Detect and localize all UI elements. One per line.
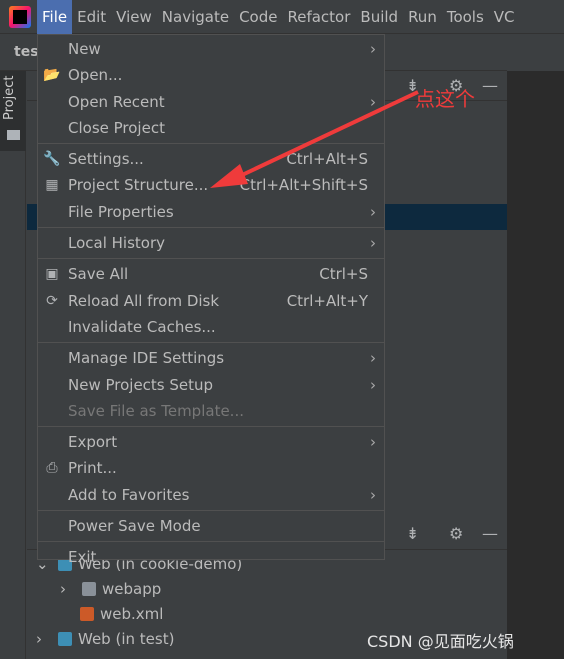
shortcut: Ctrl+Alt+Shift+S — [239, 176, 368, 195]
menu-item-label: New — [68, 40, 101, 58]
menu-item-label: Save All — [68, 265, 129, 284]
project-title: tes — [14, 44, 39, 60]
minimize-icon[interactable]: — — [482, 524, 498, 543]
tree-node[interactable]: web.xml — [80, 605, 163, 623]
chevron-right-icon: › — [370, 375, 376, 394]
menu-item-label: Export — [68, 433, 118, 452]
menu-tools[interactable]: Tools — [442, 0, 489, 34]
menu-code[interactable]: Code — [234, 0, 282, 34]
annotation-text: 点这个 — [415, 87, 475, 111]
menu-item-save-all[interactable]: ▣ Save All Ctrl+S — [38, 261, 384, 287]
save-icon: ▣ — [45, 266, 59, 283]
wrench-icon: 🔧 — [43, 151, 61, 168]
menu-separator — [38, 541, 384, 543]
chevron-right-icon: › — [370, 485, 376, 504]
menu-item-label: Power Save Mode — [68, 517, 201, 536]
menu-item-label: Add to Favorites — [68, 485, 190, 504]
menu-item-exit[interactable]: Exit — [38, 544, 384, 570]
menu-separator — [38, 227, 384, 229]
print-icon: ⎙ — [46, 460, 58, 477]
menu-item-new[interactable]: New › — [38, 36, 384, 62]
chevron-right-icon: › — [370, 92, 376, 111]
menu-separator — [38, 426, 384, 428]
menu-item-label: Close Project — [68, 118, 165, 137]
xml-file-icon — [80, 607, 94, 621]
tree-node-label: web.xml — [100, 605, 164, 623]
menu-item-manage-ide-settings[interactable]: Manage IDE Settings › — [38, 345, 384, 371]
gear-icon[interactable]: ⚙ — [449, 524, 463, 543]
minimize-icon[interactable]: — — [482, 76, 498, 95]
shortcut: Ctrl+Alt+S — [286, 150, 368, 169]
web-module-icon — [58, 632, 72, 646]
menu-view[interactable]: View — [111, 0, 157, 34]
reload-icon: ⟳ — [46, 292, 58, 309]
menu-item-label: Manage IDE Settings — [68, 349, 225, 368]
tree-node-label: webapp — [102, 580, 162, 598]
menu-item-close-project[interactable]: Close Project — [38, 115, 384, 141]
menu-run[interactable]: Run — [403, 0, 442, 34]
project-structure-icon: ▦ — [45, 177, 59, 194]
menu-item-save-file-as-template: Save File as Template... — [38, 398, 384, 424]
menu-item-settings[interactable]: 🔧 Settings... Ctrl+Alt+S — [38, 146, 384, 172]
menu-separator — [38, 143, 384, 145]
tool-window-strip — [0, 71, 26, 659]
menu-item-label: Print... — [68, 459, 117, 478]
menu-item-label: Project Structure... — [68, 176, 209, 195]
menu-item-power-save-mode[interactable]: Power Save Mode — [38, 513, 384, 539]
menu-item-label: Settings... — [68, 150, 144, 169]
menu-item-label: Exit — [68, 548, 97, 567]
menu-bar: File Edit View Navigate Code Refactor Build Run… — [0, 0, 564, 34]
menu-navigate[interactable]: Navigate — [157, 0, 234, 34]
folder-icon — [7, 130, 20, 140]
menu-item-label: File Properties — [68, 202, 174, 221]
shortcut: Ctrl+S — [319, 265, 368, 284]
tree-node[interactable]: › webapp — [60, 580, 161, 598]
menu-item-open[interactable]: 📂 Open... — [38, 62, 384, 88]
menu-item-label: Open... — [68, 66, 123, 85]
menu-item-export[interactable]: Export › — [38, 429, 384, 455]
chevron-right-icon[interactable]: › — [36, 630, 58, 648]
chevron-right-icon: › — [370, 202, 376, 221]
menu-separator — [38, 258, 384, 260]
project-tool-label: Project — [2, 75, 17, 120]
menu-item-open-recent[interactable]: Open Recent › — [38, 89, 384, 115]
watermark: CSDN @见面吃火锅 — [367, 632, 514, 651]
menu-item-label: New Projects Setup — [68, 375, 214, 394]
folder-open-icon: 📂 — [43, 67, 61, 84]
menu-item-label: Local History — [68, 234, 166, 253]
web-folder-icon — [82, 582, 96, 596]
chevron-right-icon[interactable]: › — [60, 580, 82, 598]
menu-item-local-history[interactable]: Local History › — [38, 230, 384, 256]
menu-refactor[interactable]: Refactor — [282, 0, 355, 34]
menu-item-print[interactable]: ⎙ Print... — [38, 455, 384, 481]
chevron-right-icon: › — [370, 433, 376, 452]
menu-item-label: Save File as Template... — [68, 401, 244, 420]
chevron-right-icon: › — [370, 40, 376, 58]
menu-item-file-properties[interactable]: File Properties › — [38, 199, 384, 225]
collapse-all-icon[interactable]: ⇟ — [406, 524, 419, 543]
menu-separator — [38, 342, 384, 344]
shortcut: Ctrl+Alt+Y — [286, 291, 368, 310]
menu-separator — [38, 510, 384, 512]
menu-item-invalidate-caches[interactable]: Invalidate Caches... — [38, 314, 384, 340]
menu-item-new-projects-setup[interactable]: New Projects Setup › — [38, 372, 384, 398]
menu-item-label: Invalidate Caches... — [68, 317, 216, 336]
chevron-right-icon: › — [370, 349, 376, 368]
menu-item-project-structure[interactable]: ▦ Project Structure... Ctrl+Alt+Shift+S — [38, 172, 384, 198]
file-menu: New › 📂 Open... Open Recent › Close Project 🔧 Se… — [37, 34, 385, 566]
tree-node[interactable]: › Web (in test) — [36, 630, 174, 648]
intellij-logo-icon — [9, 5, 31, 28]
menu-item-add-to-favorites[interactable]: Add to Favorites › — [38, 482, 384, 508]
menu-item-label: Open Recent — [68, 92, 165, 111]
tree-node-label: Web (in test) — [78, 630, 175, 648]
menu-vc[interactable]: VC — [489, 0, 520, 34]
menu-file[interactable]: File — [37, 0, 73, 34]
menu-item-label: Reload All from Disk — [68, 291, 220, 310]
chevron-right-icon: › — [370, 234, 376, 253]
editor-area — [507, 71, 564, 659]
menu-edit[interactable]: Edit — [72, 0, 111, 34]
menu-build[interactable]: Build — [355, 0, 403, 34]
menu-item-reload-all-from-disk[interactable]: ⟳ Reload All from Disk Ctrl+Alt+Y — [38, 288, 384, 314]
